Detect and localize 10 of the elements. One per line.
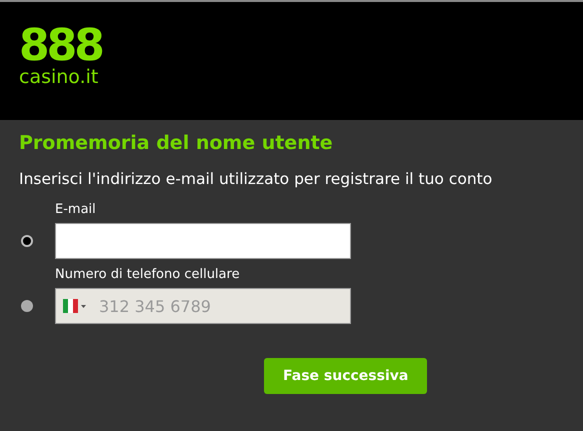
flag-dropdown-icon[interactable] bbox=[63, 299, 87, 313]
logo-mark: 888 bbox=[19, 26, 102, 66]
instruction-text: Inserisci l'indirizzo e-mail utilizzato per registrare il tuo conto bbox=[19, 170, 494, 188]
page-title: Promemoria del nome utente bbox=[19, 132, 334, 154]
field-label: Numero di telefono cellulare bbox=[55, 267, 241, 282]
radio-button[interactable] bbox=[21, 235, 33, 247]
logo-domain: casino.it bbox=[19, 66, 98, 88]
email-field[interactable] bbox=[55, 223, 351, 259]
field-label: E-mail bbox=[55, 202, 97, 217]
next-button[interactable]: Fase successiva bbox=[264, 358, 428, 394]
